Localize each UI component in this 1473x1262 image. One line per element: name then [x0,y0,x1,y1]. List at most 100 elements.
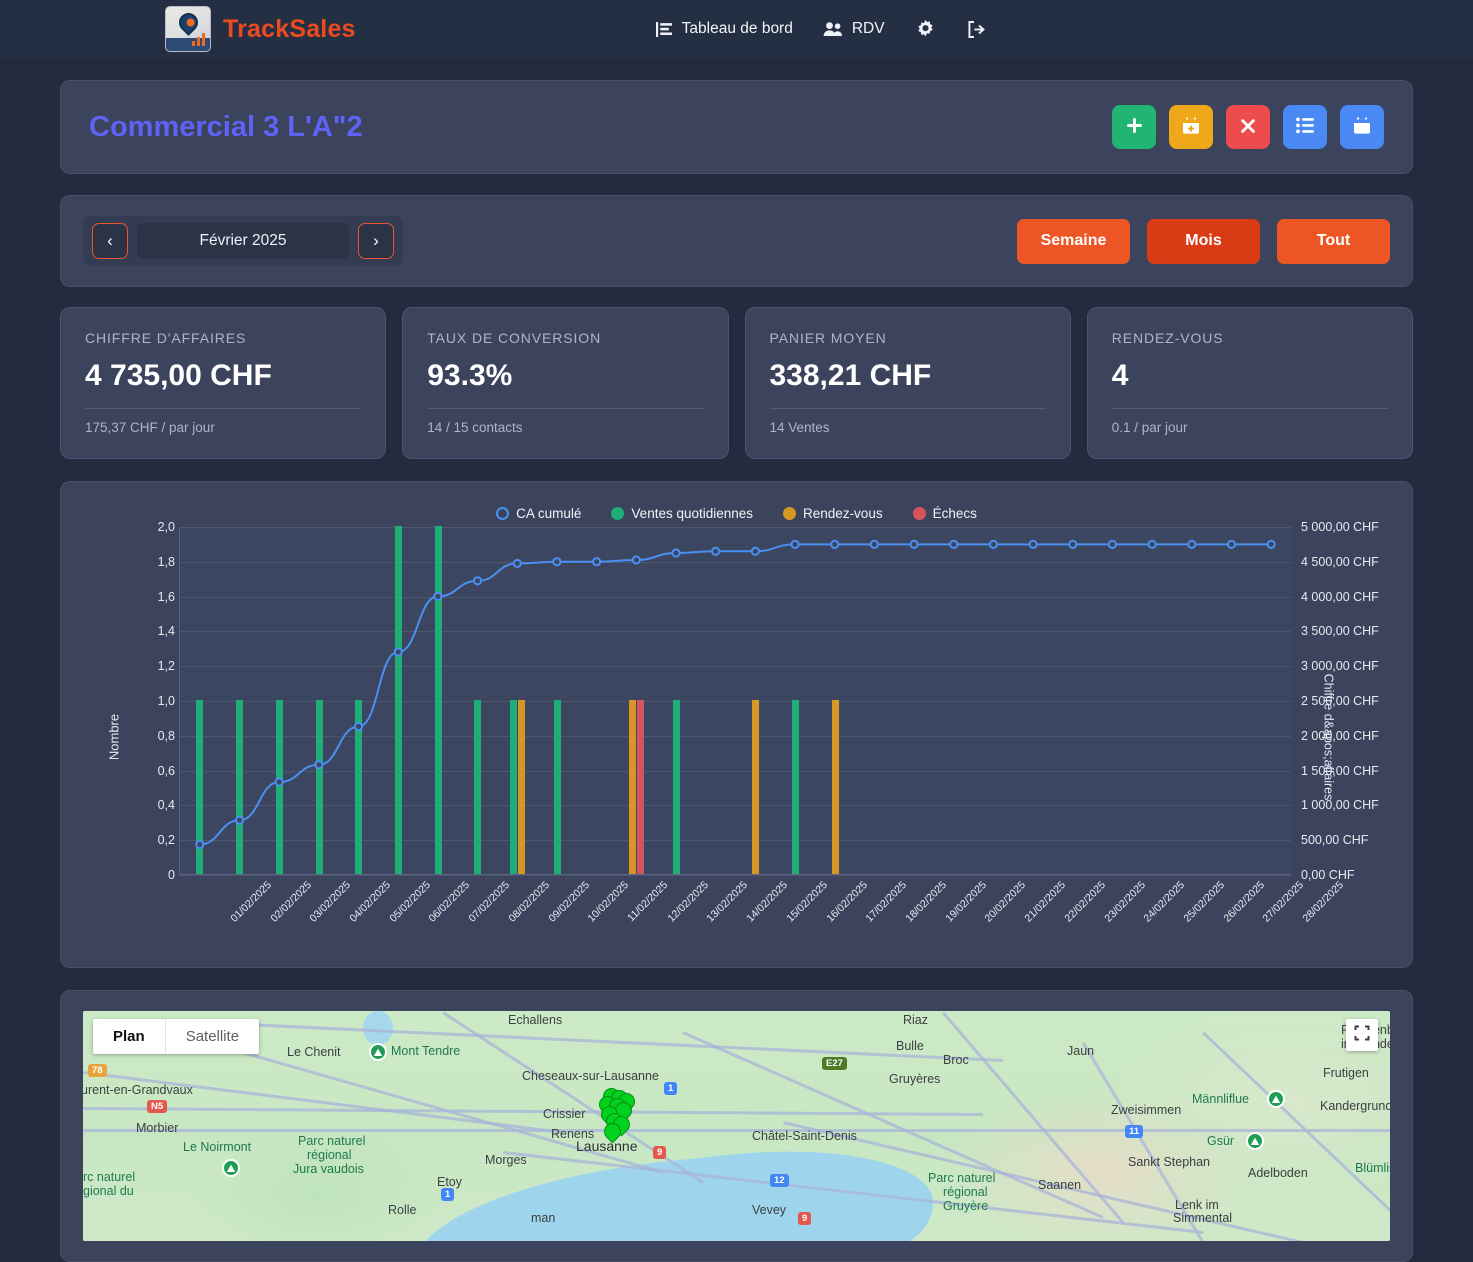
line-data-point[interactable] [474,577,481,584]
map-place-label: Männliflue [1192,1092,1249,1106]
kpi-subtext: 14 Ventes [769,420,830,435]
map-place-label: Echallens [508,1013,563,1027]
x-tick-label: 08/02/2025 [506,879,552,925]
mountain-icon[interactable] [1246,1132,1264,1150]
nav-link-logout[interactable] [966,20,987,39]
line-data-point[interactable] [1069,541,1076,548]
chart-legend: CA cumulé Ventes quotidiennes Rendez-vou… [83,506,1390,521]
add-button[interactable] [1112,105,1156,149]
line-data-point[interactable] [633,556,640,563]
legend-item-ca-cumule[interactable]: CA cumulé [496,506,581,521]
line-data-point[interactable] [752,548,759,555]
period-filter-card: ‹ Février 2025 › Semaine Mois Tout [60,195,1413,287]
map-place-label: Sankt Stephan [1128,1155,1211,1169]
line-data-point[interactable] [1029,541,1036,548]
legend-swatch-icon [783,507,797,520]
legend-swatch-icon [496,507,510,520]
period-button-tout[interactable]: Tout [1277,218,1390,264]
calendar-plus-icon [1181,116,1201,139]
next-period-button[interactable]: › [358,223,394,259]
line-data-point[interactable] [1268,541,1275,548]
map-place-label: Parc naturel [298,1134,366,1148]
line-data-point[interactable] [831,541,838,548]
map-route-shield: 1 [664,1082,678,1095]
kpi-divider [427,408,704,409]
x-tick-label: 06/02/2025 [426,879,473,925]
line-data-point[interactable] [395,648,402,655]
list-icon [1295,117,1315,137]
line-data-point[interactable] [990,541,997,548]
map-place-label: Vevey [752,1203,787,1217]
y-tick-right: 500,00 CHF [1301,833,1369,848]
x-tick-label: 25/02/2025 [1181,879,1228,925]
page-header-card: Commercial 3 L'A"2 [60,80,1413,174]
y-tick-right: 3 000,00 CHF [1301,659,1379,674]
line-data-point[interactable] [1228,541,1235,548]
x-tick-label: 19/02/2025 [943,879,989,925]
map-place-label: rc naturel [83,1170,136,1184]
kpi-subtext: 0.1 / par jour [1111,420,1188,435]
x-tick-label: 27/02/2025 [1260,879,1307,925]
map-place-label: Zweisimmen [1111,1103,1182,1117]
x-tick-label: 05/02/2025 [387,879,433,925]
x-tick-label: 24/02/2025 [1141,879,1188,925]
line-data-point[interactable] [276,778,283,785]
map-route-shield: 9 [798,1212,812,1225]
y-tick-left: 1,0 [157,694,175,708]
line-data-point[interactable] [791,541,798,548]
map-place-label: Parc naturel [928,1171,996,1185]
nav-link-rdv[interactable]: RDV [823,20,885,38]
line-data-point[interactable] [871,541,878,548]
legend-item-ventes-quotidiennes[interactable]: Ventes quotidiennes [611,506,753,521]
line-data-point[interactable] [434,593,441,600]
line-data-point[interactable] [514,560,521,567]
current-period-label: Février 2025 [137,223,349,259]
map-place-label: urent-en-Grandvaux [83,1083,193,1097]
line-data-point[interactable] [315,761,322,768]
mountain-icon[interactable] [222,1159,240,1177]
map-canvas: Echallens Riaz Le Chenit Mont Tendre Bulle Br… [83,1011,1390,1241]
x-tick-label: 28/02/2025 [1300,879,1347,925]
map-fullscreen-button[interactable] [1346,1019,1378,1051]
map-place-label: Saanen [1038,1178,1082,1192]
map-place-label: Broc [943,1053,969,1067]
line-data-point[interactable] [672,549,679,556]
line-data-point[interactable] [1188,541,1195,548]
map-type-plan[interactable]: Plan [93,1019,166,1054]
line-data-point[interactable] [553,558,560,565]
line-data-point[interactable] [910,541,917,548]
y-tick-left: 0,6 [157,763,175,778]
line-data-point[interactable] [196,841,203,848]
legend-item-rendez-vous[interactable]: Rendez-vous [783,506,883,521]
calendar-button[interactable] [1340,105,1384,149]
line-data-point[interactable] [1109,541,1116,548]
y-tick-right: 5 000,00 CHF [1301,520,1379,534]
delete-button[interactable] [1226,105,1270,149]
map-place-label: Etoy [437,1175,463,1189]
add-appointment-button[interactable] [1169,105,1213,149]
list-button[interactable] [1283,105,1327,149]
legend-item-echecs[interactable]: Échecs [912,506,977,521]
nav-link-dashboard[interactable]: Tableau de bord [655,20,793,38]
line-data-point[interactable] [950,541,957,548]
map-viewport[interactable]: Echallens Riaz Le Chenit Mont Tendre Bulle Br… [83,1011,1390,1241]
prev-period-button[interactable]: ‹ [92,223,128,259]
nav-link-settings[interactable] [915,19,936,40]
line-data-point[interactable] [236,817,243,824]
line-data-point[interactable] [593,558,600,565]
line-data-point[interactable] [1149,541,1156,548]
map-place-label: Jaun [1067,1044,1095,1058]
map-place-label: gional du [83,1184,134,1198]
x-tick-label: 02/02/2025 [267,879,314,925]
period-button-semaine[interactable]: Semaine [1017,218,1130,264]
map-route-shield: 1 [441,1188,455,1201]
mountain-icon[interactable] [1267,1090,1285,1108]
x-tick-label: 26/02/2025 [1221,879,1267,925]
mountain-icon[interactable] [369,1043,387,1061]
line-data-point[interactable] [355,723,362,730]
brand-logo-group[interactable]: TrackSales [165,6,356,52]
y-tick-right: 2 000,00 CHF [1301,728,1379,743]
period-button-mois[interactable]: Mois [1147,218,1260,264]
line-data-point[interactable] [712,548,719,555]
map-type-satellite[interactable]: Satellite [166,1019,259,1054]
